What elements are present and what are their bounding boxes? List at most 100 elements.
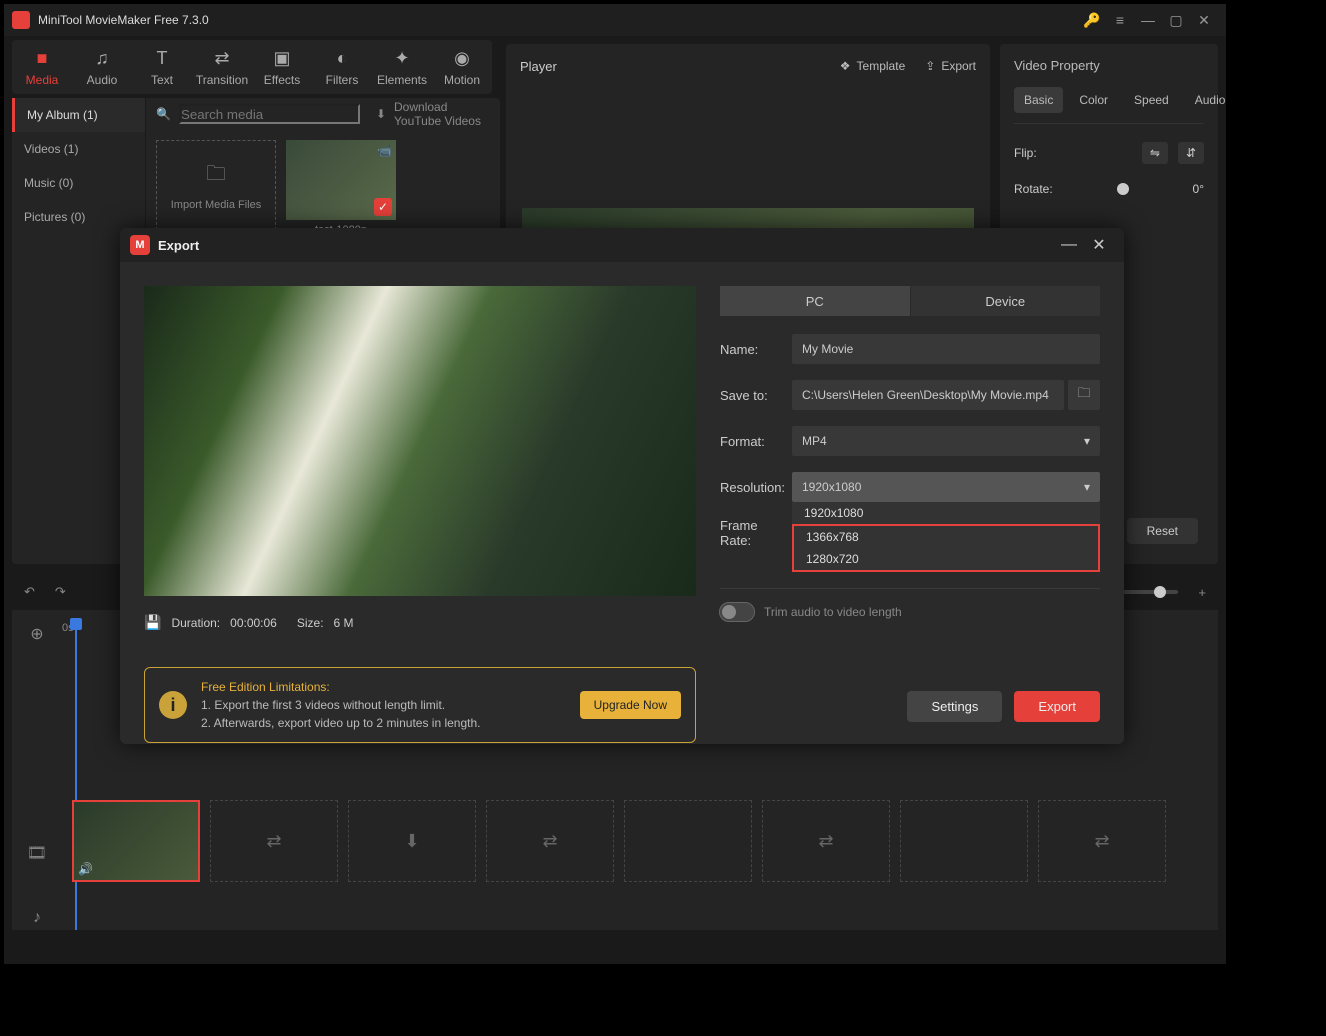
tab-color[interactable]: Color [1069, 87, 1118, 113]
export-dialog: M Export — ✕ 💾 Duration: 00:00:06 Size: … [120, 228, 1124, 744]
import-media-button[interactable]: 🗀 Import Media Files [156, 140, 276, 230]
minimize-button[interactable]: — [1134, 6, 1162, 34]
empty-clip-slot[interactable]: ⬇ [348, 800, 476, 882]
template-button[interactable]: ❖Template [840, 59, 905, 73]
tab-filters[interactable]: ◐Filters [312, 40, 372, 94]
playhead[interactable] [70, 618, 82, 630]
filters-icon: ◐ [337, 48, 348, 69]
layers-icon: ❖ [840, 59, 851, 73]
search-input[interactable] [179, 104, 360, 124]
name-label: Name: [720, 342, 792, 357]
transition-slot[interactable]: ⇄ [1038, 800, 1166, 882]
tab-media[interactable]: ■Media [12, 40, 72, 94]
duration-label: Duration: [171, 616, 220, 630]
format-select[interactable]: MP4 ▾ [792, 426, 1100, 456]
trim-audio-toggle[interactable] [720, 603, 754, 621]
key-icon[interactable]: 🔑 [1078, 6, 1106, 34]
chevron-down-icon: ▾ [1084, 480, 1090, 494]
upgrade-button[interactable]: Upgrade Now [580, 691, 681, 719]
download-youtube-link[interactable]: Download YouTube Videos [394, 100, 490, 128]
framerate-label: Frame Rate: [720, 518, 792, 548]
dialog-close-button[interactable]: ✕ [1084, 235, 1114, 255]
dialog-title: Export [158, 238, 199, 253]
tab-basic[interactable]: Basic [1014, 87, 1063, 113]
limitation-line: 1. Export the first 3 videos without len… [201, 696, 566, 714]
format-label: Format: [720, 434, 792, 449]
tab-device[interactable]: Device [911, 286, 1101, 316]
tab-speed[interactable]: Speed [1124, 87, 1179, 113]
save-to-label: Save to: [720, 388, 792, 403]
limitations-box: i Free Edition Limitations: 1. Export th… [144, 667, 696, 743]
limitations-title: Free Edition Limitations: [201, 678, 566, 696]
tab-effects[interactable]: ▣Effects [252, 40, 312, 94]
redo-button[interactable]: ↷ [55, 584, 66, 600]
upload-icon: ⇪ [925, 59, 935, 73]
name-input[interactable] [792, 334, 1100, 364]
folder-icon: 🗀 [206, 159, 226, 193]
tab-audio-prop[interactable]: Audio [1185, 87, 1236, 113]
save-to-input[interactable] [792, 380, 1064, 410]
transition-slot[interactable]: ⇄ [486, 800, 614, 882]
player-label: Player [520, 59, 557, 74]
flip-label: Flip: [1014, 146, 1037, 160]
resolution-option[interactable]: 1366x768 [794, 526, 1098, 548]
resolution-dropdown: 1920x1080 1366x768 1280x720 [792, 502, 1100, 572]
empty-clip-slot[interactable] [900, 800, 1028, 882]
browse-button[interactable]: 🗀 [1068, 380, 1100, 410]
reset-button[interactable]: Reset [1127, 518, 1198, 544]
menu-icon[interactable]: ≡ [1106, 6, 1134, 34]
rotate-value: 0° [1193, 182, 1204, 196]
tab-motion[interactable]: ◉Motion [432, 40, 492, 94]
timeline-clip[interactable]: 🔊 [72, 800, 200, 882]
video-track-icon: 🎞 [12, 808, 62, 898]
titlebar: MiniTool MovieMaker Free 7.3.0 🔑 ≡ — ▢ ✕ [4, 4, 1226, 36]
save-icon: 💾 [144, 614, 161, 631]
tab-audio[interactable]: ♫Audio [72, 40, 132, 94]
folder-icon: ■ [37, 48, 48, 69]
tab-text[interactable]: TText [132, 40, 192, 94]
maximize-button[interactable]: ▢ [1162, 6, 1190, 34]
close-button[interactable]: ✕ [1190, 6, 1218, 34]
flip-horizontal-button[interactable]: ⇋ [1142, 142, 1168, 164]
limitation-line: 2. Afterwards, export video up to 2 minu… [201, 714, 566, 732]
sidebar-item-videos[interactable]: Videos (1) [12, 132, 145, 166]
resolution-option[interactable]: 1280x720 [794, 548, 1098, 570]
resolution-select[interactable]: 1920x1080 ▾ 1920x1080 1366x768 1280x720 [792, 472, 1100, 502]
tab-pc[interactable]: PC [720, 286, 911, 316]
tab-transition[interactable]: ⇄Transition [192, 40, 252, 94]
empty-clip-slot[interactable] [624, 800, 752, 882]
audio-track-icon: ♪ [12, 898, 62, 938]
duration-value: 00:00:06 [230, 616, 277, 630]
video-track[interactable]: 🔊 ⇄ ⬇ ⇄ ⇄ ⇄ [72, 800, 1206, 882]
speaker-icon: 🔊 [78, 862, 93, 876]
tab-elements[interactable]: ✦Elements [372, 40, 432, 94]
trim-audio-label: Trim audio to video length [764, 605, 902, 619]
dialog-minimize-button[interactable]: — [1054, 236, 1084, 254]
sidebar-item-album[interactable]: My Album (1) [12, 98, 145, 132]
export-button[interactable]: ⇪Export [925, 59, 976, 73]
export-confirm-button[interactable]: Export [1014, 691, 1100, 722]
add-track-icon[interactable]: ⊕ [12, 610, 62, 658]
undo-button[interactable]: ↶ [24, 584, 35, 600]
settings-button[interactable]: Settings [907, 691, 1002, 722]
check-icon: ✓ [374, 198, 392, 216]
effects-icon: ▣ [273, 48, 290, 69]
flip-vertical-button[interactable]: ⇵ [1178, 142, 1204, 164]
zoom-in-button[interactable]: + [1198, 585, 1206, 600]
transition-slot[interactable]: ⇄ [762, 800, 890, 882]
app-window: MiniTool MovieMaker Free 7.3.0 🔑 ≡ — ▢ ✕… [4, 4, 1226, 964]
resolution-option[interactable]: 1920x1080 [792, 502, 1100, 524]
text-icon: T [157, 48, 168, 69]
export-preview [144, 286, 696, 596]
media-clip-thumbnail[interactable]: 📹 ✓ [286, 140, 396, 220]
size-value: 6 M [334, 616, 354, 630]
size-label: Size: [297, 616, 324, 630]
rotate-slider[interactable] [1117, 183, 1129, 195]
info-icon: i [159, 691, 187, 719]
transition-slot[interactable]: ⇄ [210, 800, 338, 882]
download-icon: ⬇ [376, 107, 386, 121]
folder-icon: 🗀 [1077, 384, 1090, 406]
sidebar-item-music[interactable]: Music (0) [12, 166, 145, 200]
transition-icon: ⇄ [214, 48, 229, 69]
motion-icon: ◉ [454, 48, 470, 69]
